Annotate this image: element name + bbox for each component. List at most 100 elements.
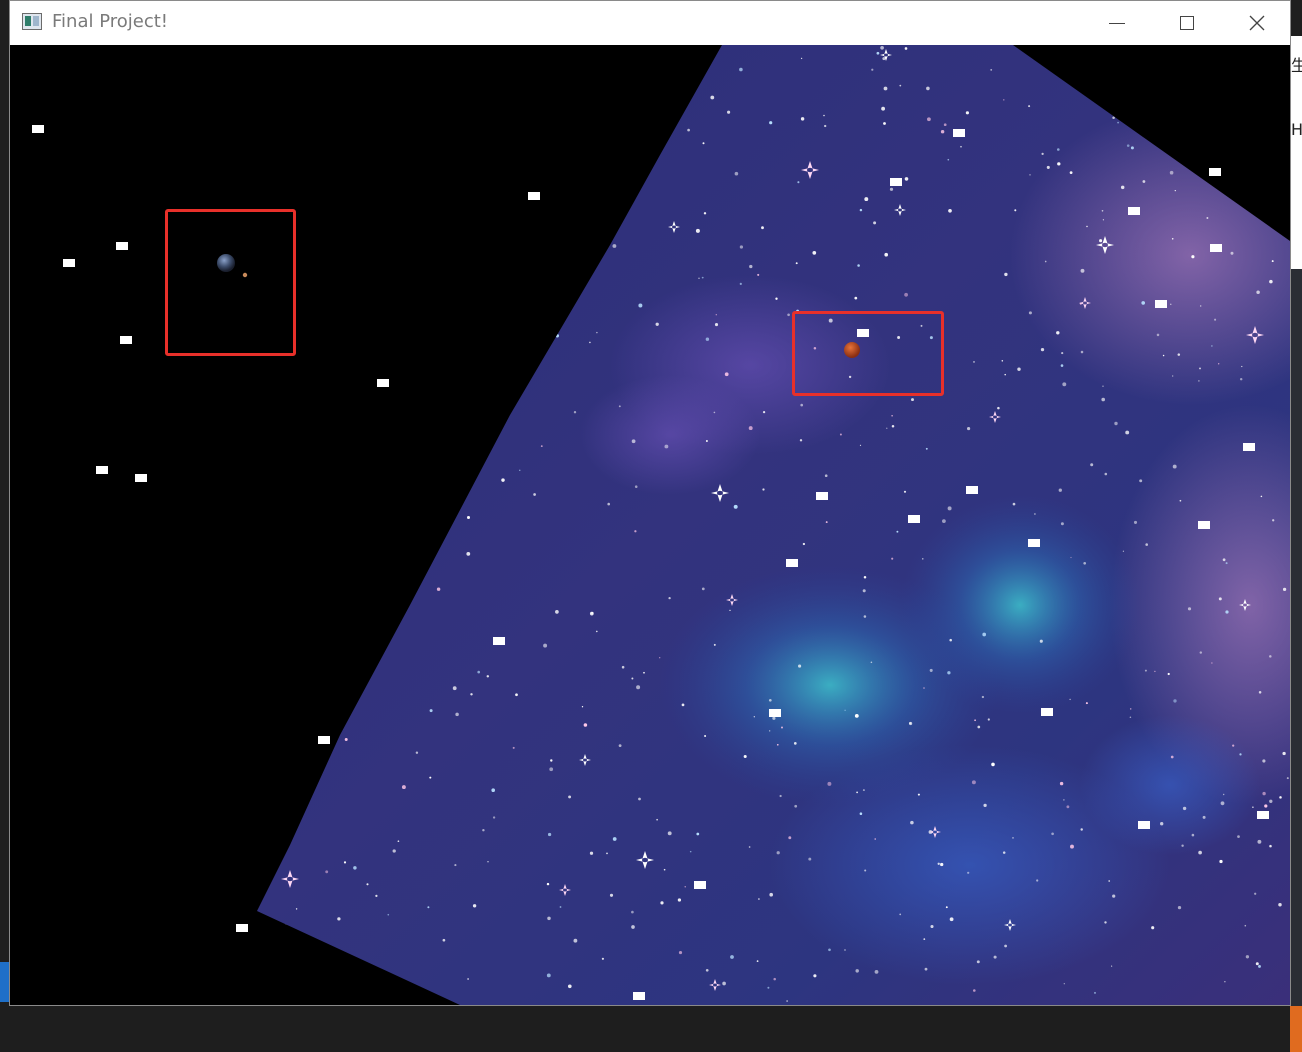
background-star <box>520 59 523 63</box>
background-star <box>1029 174 1031 176</box>
background-star <box>1108 880 1111 882</box>
background-star <box>367 339 372 343</box>
background-star <box>482 828 485 832</box>
background-star <box>631 439 636 444</box>
background-star <box>1271 260 1274 263</box>
star-quad <box>966 486 978 494</box>
background-star <box>704 734 707 738</box>
star-quad <box>116 242 128 250</box>
background-star <box>889 187 894 191</box>
background-star <box>1102 219 1104 221</box>
background-star <box>550 759 553 762</box>
background-star <box>773 977 776 981</box>
background-star <box>363 548 366 551</box>
background-star <box>295 908 298 910</box>
background-star <box>1269 799 1273 803</box>
render-viewport[interactable] <box>10 45 1290 1005</box>
background-star <box>1225 562 1228 565</box>
background-star <box>325 870 329 874</box>
background-star <box>779 794 782 798</box>
background-star <box>366 883 369 886</box>
background-star <box>802 542 806 546</box>
background-star <box>491 788 496 792</box>
background-star <box>583 723 588 727</box>
background-star <box>630 82 634 86</box>
highlight-box-earth <box>165 209 296 356</box>
background-star <box>976 960 980 964</box>
background-star <box>299 198 303 202</box>
background-star <box>705 968 709 972</box>
background-star <box>862 589 866 593</box>
background-star <box>798 664 802 668</box>
background-star <box>1282 587 1287 592</box>
background-star <box>1151 926 1155 930</box>
background-star <box>881 106 885 111</box>
background-star <box>601 957 604 960</box>
background-star <box>1060 522 1064 526</box>
background-star <box>455 712 459 717</box>
background-star <box>1056 331 1060 335</box>
background-star <box>1173 699 1177 703</box>
background-star <box>1272 49 1276 53</box>
background-star <box>844 949 846 951</box>
background-star <box>397 840 400 843</box>
background-star <box>467 978 469 980</box>
close-button[interactable] <box>1222 1 1292 45</box>
background-star <box>427 906 430 909</box>
background-star <box>871 68 874 71</box>
background-star <box>1101 397 1106 402</box>
background-star <box>1177 353 1181 356</box>
background-star <box>973 361 975 363</box>
background-star <box>268 611 273 616</box>
background-star <box>1217 57 1222 61</box>
background-star <box>1063 799 1065 801</box>
background-star <box>768 698 772 702</box>
background-star <box>780 726 784 729</box>
minimize-button[interactable] <box>1082 1 1152 45</box>
background-star <box>761 226 764 230</box>
background-star <box>293 994 298 999</box>
title-bar[interactable]: Final Project! <box>10 1 1290 46</box>
background-star <box>856 791 858 794</box>
background-star <box>800 117 805 121</box>
background-star <box>1004 944 1007 948</box>
background-star <box>656 818 658 821</box>
background-star <box>312 663 316 667</box>
background-star <box>643 671 645 674</box>
maximize-button[interactable] <box>1152 1 1222 45</box>
background-star <box>1171 238 1174 240</box>
background-star <box>1051 832 1054 836</box>
background-star <box>664 444 669 449</box>
background-star <box>1085 702 1088 705</box>
background-star <box>1120 185 1125 190</box>
star-quad <box>890 178 902 186</box>
background-star <box>684 886 686 888</box>
background-star <box>1232 744 1235 747</box>
background-star <box>435 291 440 296</box>
background-star <box>800 57 803 60</box>
background-star <box>588 273 592 277</box>
background-star <box>549 767 554 772</box>
scene-canvas[interactable] <box>10 45 1290 1005</box>
background-star <box>903 490 907 493</box>
background-star <box>282 557 285 560</box>
background-star <box>904 47 908 50</box>
background-star <box>618 405 621 408</box>
background-star <box>775 297 778 300</box>
star-quad <box>786 559 798 567</box>
background-star <box>1126 144 1130 147</box>
background-star <box>1139 479 1143 483</box>
background-star <box>391 73 395 77</box>
background-star <box>1066 805 1070 809</box>
background-star <box>945 906 948 909</box>
background-star <box>896 530 899 533</box>
background-star <box>326 306 330 310</box>
background-star <box>486 675 490 678</box>
background-star <box>261 831 266 836</box>
background-star <box>519 151 523 156</box>
background-star <box>828 948 831 952</box>
background-star <box>584 87 588 90</box>
background-star <box>415 751 419 754</box>
background-star <box>1083 561 1087 565</box>
background-star <box>1245 955 1250 959</box>
